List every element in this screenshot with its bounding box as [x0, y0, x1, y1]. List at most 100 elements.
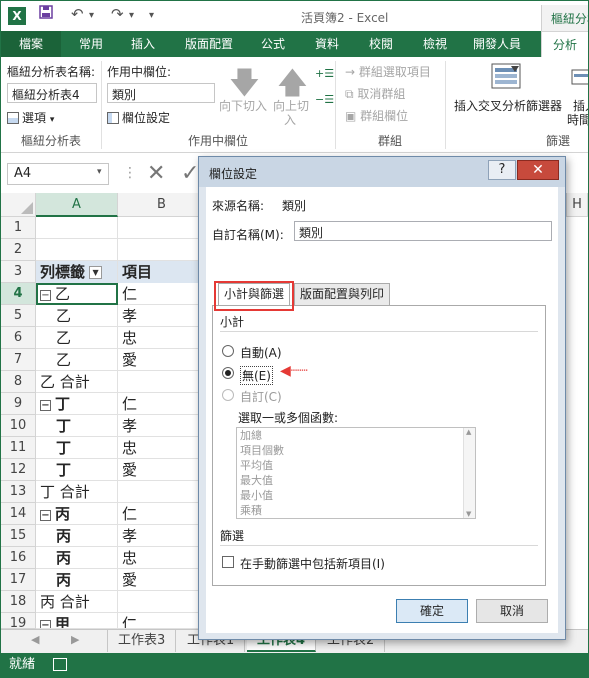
cell-b11[interactable]: 忠	[118, 437, 206, 459]
radio-custom[interactable]	[222, 389, 234, 401]
listbox-scrollbar[interactable]: ▲ ▼	[463, 428, 475, 518]
tab-page-layout[interactable]: 版面配置	[177, 31, 241, 57]
include-new-items-checkbox[interactable]	[222, 556, 234, 568]
ok-button[interactable]: 確定	[396, 599, 468, 623]
radio-custom-label[interactable]: 自訂(C)	[240, 388, 282, 405]
options-button[interactable]: 選項 ▾	[7, 109, 54, 126]
row-header[interactable]: 17	[1, 569, 36, 591]
cell-b2[interactable]	[118, 239, 206, 261]
tab-review[interactable]: 校閱	[359, 31, 403, 57]
cell-a12[interactable]: 丁	[36, 459, 118, 481]
row-header[interactable]: 2	[1, 239, 36, 261]
row-header[interactable]: 3	[1, 261, 36, 283]
functions-listbox[interactable]: 加總 項目個數 平均值 最大值 最小值 乘積 ▲ ▼	[236, 427, 476, 519]
cell-b13[interactable]	[118, 481, 206, 503]
cell-b10[interactable]: 孝	[118, 415, 206, 437]
redo-dropdown-icon[interactable]: ▾	[129, 10, 134, 21]
scroll-up-icon[interactable]: ▲	[466, 428, 471, 436]
filter-dropdown-icon[interactable]: ▼	[89, 266, 103, 279]
cell-b15[interactable]: 孝	[118, 525, 206, 547]
radio-automatic[interactable]	[222, 345, 234, 357]
tab-analyze[interactable]: 分析	[541, 31, 588, 57]
tab-subtotals-filters[interactable]: 小計與篩選	[218, 283, 291, 305]
tab-home[interactable]: 常用	[69, 31, 113, 57]
expand-field-icon[interactable]: +☰	[315, 67, 334, 80]
cell-a10[interactable]: 丁	[36, 415, 118, 437]
list-item[interactable]: 最大值	[237, 473, 475, 488]
cell-a3-row-labels[interactable]: 列標籤 ▼	[36, 261, 118, 283]
cell-b18[interactable]	[118, 591, 206, 613]
group-selection-button[interactable]: → 群組選取項目	[345, 63, 431, 80]
include-new-items-label[interactable]: 在手動篩選中包括新項目(I)	[240, 555, 385, 572]
tab-developer[interactable]: 開發人員	[465, 31, 529, 57]
cancel-button[interactable]: 取消	[476, 599, 548, 623]
cell-a11[interactable]: 丁	[36, 437, 118, 459]
row-header[interactable]: 4	[1, 283, 36, 305]
cell-a4[interactable]: − 乙	[36, 283, 118, 305]
radio-none[interactable]	[222, 367, 234, 379]
custom-name-input[interactable]: 類別	[294, 221, 552, 241]
cell-a2[interactable]	[36, 239, 118, 261]
close-button[interactable]: ✕	[517, 160, 559, 180]
cell-b16[interactable]: 忠	[118, 547, 206, 569]
cell-b17[interactable]: 愛	[118, 569, 206, 591]
list-item[interactable]: 項目個數	[237, 443, 475, 458]
macro-record-icon[interactable]	[53, 658, 67, 671]
row-header[interactable]: 12	[1, 459, 36, 481]
radio-none-label[interactable]: 無(E)	[240, 366, 273, 385]
cell-a8[interactable]: 乙 合計	[36, 371, 118, 393]
tab-layout-print[interactable]: 版面配置與列印	[294, 283, 391, 305]
scroll-down-icon[interactable]: ▼	[466, 510, 471, 518]
collapse-field-icon[interactable]: −☰	[315, 93, 334, 106]
insert-slicer-button[interactable]: 插入交叉分析篩選器	[454, 97, 562, 114]
collapse-icon[interactable]: −	[40, 290, 51, 301]
cell-b14[interactable]: 仁	[118, 503, 206, 525]
cell-a7[interactable]: 乙	[36, 349, 118, 371]
cell-a14[interactable]: − 丙	[36, 503, 118, 525]
tab-formulas[interactable]: 公式	[253, 31, 293, 57]
tab-insert[interactable]: 插入	[121, 31, 165, 57]
group-field-button[interactable]: ▣ 群組欄位	[345, 107, 408, 124]
cell-a19[interactable]: − 甲	[36, 613, 118, 628]
pivot-name-input[interactable]: 樞紐分析表4	[7, 83, 97, 103]
column-header-h[interactable]: H	[566, 193, 588, 217]
drill-down-button[interactable]: 向下切入	[219, 97, 267, 114]
row-header[interactable]: 8	[1, 371, 36, 393]
redo-icon[interactable]: ↷	[111, 5, 124, 23]
column-header-b[interactable]: B	[118, 193, 206, 217]
collapse-icon[interactable]: −	[40, 620, 51, 628]
confirm-formula-icon[interactable]: ✓	[181, 161, 199, 186]
cell-a15[interactable]: 丙	[36, 525, 118, 547]
row-header[interactable]: 19	[1, 613, 36, 631]
cell-b3-items[interactable]: 項目	[118, 261, 206, 283]
cell-b4[interactable]: 仁	[118, 283, 206, 305]
cell-a17[interactable]: 丙	[36, 569, 118, 591]
ungroup-button[interactable]: ⧉ 取消群組	[345, 85, 405, 102]
undo-dropdown-icon[interactable]: ▾	[89, 10, 94, 21]
sheet-tab-3[interactable]: 工作表3	[107, 630, 177, 652]
cell-b12[interactable]: 愛	[118, 459, 206, 481]
name-box-dropdown-icon[interactable]: ▾	[97, 167, 102, 177]
active-field-input[interactable]: 類別	[107, 83, 215, 103]
list-item[interactable]: 加總	[237, 428, 475, 443]
cell-a5[interactable]: 乙	[36, 305, 118, 327]
cell-a16[interactable]: 丙	[36, 547, 118, 569]
cell-b19[interactable]: 仁	[118, 613, 206, 628]
save-icon[interactable]	[39, 5, 53, 23]
cell-b1[interactable]	[118, 217, 206, 239]
cell-a1[interactable]	[36, 217, 118, 239]
cell-a9[interactable]: − 丁	[36, 393, 118, 415]
list-item[interactable]: 最小值	[237, 488, 475, 503]
row-header[interactable]: 15	[1, 525, 36, 547]
row-header[interactable]: 6	[1, 327, 36, 349]
row-header[interactable]: 10	[1, 415, 36, 437]
cell-b7[interactable]: 愛	[118, 349, 206, 371]
radio-automatic-label[interactable]: 自動(A)	[240, 344, 282, 361]
cell-b9[interactable]: 仁	[118, 393, 206, 415]
tab-view[interactable]: 檢視	[413, 31, 457, 57]
list-item[interactable]: 平均值	[237, 458, 475, 473]
scroll-sheets-left-icon[interactable]: ◀	[31, 633, 39, 646]
tab-data[interactable]: 資料	[305, 31, 349, 57]
row-header[interactable]: 18	[1, 591, 36, 613]
cell-a13[interactable]: 丁 合計	[36, 481, 118, 503]
